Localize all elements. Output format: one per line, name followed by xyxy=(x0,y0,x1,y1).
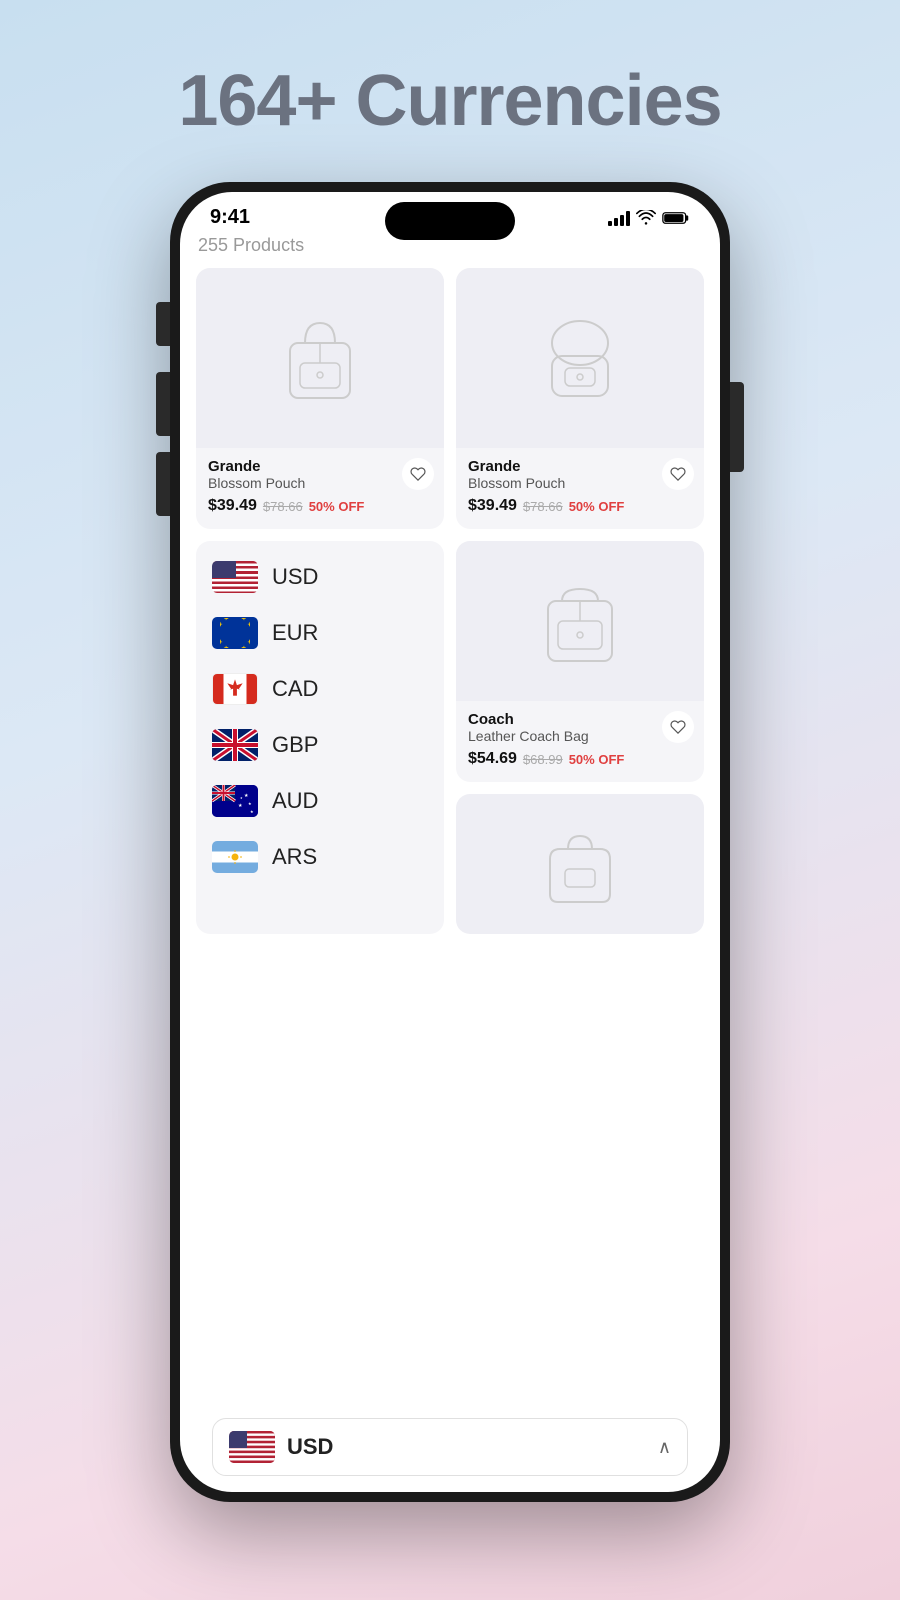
product-card[interactable]: Grande Blossom Pouch $39.49 $78.66 50% O… xyxy=(196,268,444,529)
battery-icon xyxy=(662,210,690,226)
flag-cad xyxy=(212,673,258,705)
phone-shell: 9:41 xyxy=(170,182,730,1502)
second-row: USD xyxy=(196,541,704,934)
product-image xyxy=(456,268,704,448)
price-discount: 50% OFF xyxy=(569,752,625,767)
status-time: 9:41 xyxy=(210,206,250,229)
currency-item-usd[interactable]: USD xyxy=(196,549,444,605)
currency-code-usd: USD xyxy=(272,564,318,590)
dynamic-island xyxy=(385,202,515,240)
flag-aud: ★ ★ ★ ★ ★ xyxy=(212,785,258,817)
phone-screen: 9:41 xyxy=(180,192,720,1492)
status-icons xyxy=(608,210,690,226)
price-discount: 50% OFF xyxy=(309,499,365,514)
flag-eur xyxy=(212,617,258,649)
currency-selector-bar[interactable]: USD ∧ xyxy=(212,1418,688,1476)
product-card[interactable]: Coach Leather Coach Bag $54.69 $68.99 50… xyxy=(456,541,704,782)
currency-item-eur[interactable]: EUR xyxy=(196,605,444,661)
svg-text:★: ★ xyxy=(244,793,249,799)
product-info: Coach Leather Coach Bag $54.69 $68.99 50… xyxy=(456,701,704,782)
flag-gbp xyxy=(212,729,258,761)
currency-item-ars[interactable]: ARS xyxy=(196,829,444,885)
product-name: Blossom Pouch xyxy=(468,475,692,491)
product-image xyxy=(196,268,444,448)
currency-code-ars: ARS xyxy=(272,844,317,870)
chevron-up-icon: ∧ xyxy=(658,1437,671,1458)
product-image xyxy=(456,794,704,934)
flag-ars xyxy=(212,841,258,873)
price-original: $78.66 xyxy=(263,499,303,514)
product-card[interactable] xyxy=(456,794,704,934)
wishlist-button[interactable] xyxy=(402,458,434,490)
price-original: $78.66 xyxy=(523,499,563,514)
currency-list: USD xyxy=(196,541,444,893)
svg-text:★: ★ xyxy=(238,803,243,809)
product-name: Leather Coach Bag xyxy=(468,728,692,744)
currency-item-cad[interactable]: CAD xyxy=(196,661,444,717)
flag-usd xyxy=(212,561,258,593)
price-current: $54.69 xyxy=(468,750,517,768)
power-button xyxy=(730,382,744,472)
product-grid: Grande Blossom Pouch $39.49 $78.66 50% O… xyxy=(196,268,704,529)
product-pricing: $39.49 $78.66 50% OFF xyxy=(208,497,432,515)
svg-text:★: ★ xyxy=(240,796,243,800)
volume-up-button xyxy=(156,372,170,436)
currency-item-aud[interactable]: ★ ★ ★ ★ ★ AUD xyxy=(196,773,444,829)
currency-item-gbp[interactable]: GBP xyxy=(196,717,444,773)
currency-code-eur: EUR xyxy=(272,620,318,646)
product-pricing: $54.69 $68.99 50% OFF xyxy=(468,750,692,768)
price-discount: 50% OFF xyxy=(569,499,625,514)
silent-button xyxy=(156,302,170,346)
price-current: $39.49 xyxy=(468,497,517,515)
volume-down-button xyxy=(156,452,170,516)
svg-text:★: ★ xyxy=(248,801,252,806)
product-brand: Grande xyxy=(468,458,692,475)
page-headline: 164+ Currencies xyxy=(178,60,721,142)
right-column: Coach Leather Coach Bag $54.69 $68.99 50… xyxy=(456,541,704,934)
main-content: 255 Products xyxy=(180,235,720,934)
currency-code-gbp: GBP xyxy=(272,732,318,758)
product-info: Grande Blossom Pouch $39.49 $78.66 50% O… xyxy=(456,448,704,529)
product-brand: Grande xyxy=(208,458,432,475)
signal-icon xyxy=(608,210,630,226)
product-image xyxy=(456,541,704,701)
selected-currency-code: USD xyxy=(287,1434,646,1460)
product-brand: Coach xyxy=(468,711,692,728)
price-original: $68.99 xyxy=(523,752,563,767)
selected-flag xyxy=(229,1431,275,1463)
svg-text:★: ★ xyxy=(250,809,254,814)
wishlist-button[interactable] xyxy=(662,711,694,743)
currency-dropdown[interactable]: USD xyxy=(196,541,444,934)
wishlist-button[interactable] xyxy=(662,458,694,490)
currency-code-aud: AUD xyxy=(272,788,318,814)
currency-code-cad: CAD xyxy=(272,676,318,702)
price-current: $39.49 xyxy=(208,497,257,515)
product-name: Blossom Pouch xyxy=(208,475,432,491)
status-bar: 9:41 xyxy=(180,192,720,235)
product-card[interactable]: Grande Blossom Pouch $39.49 $78.66 50% O… xyxy=(456,268,704,529)
product-info: Grande Blossom Pouch $39.49 $78.66 50% O… xyxy=(196,448,444,529)
product-pricing: $39.49 $78.66 50% OFF xyxy=(468,497,692,515)
wifi-icon xyxy=(636,210,656,226)
